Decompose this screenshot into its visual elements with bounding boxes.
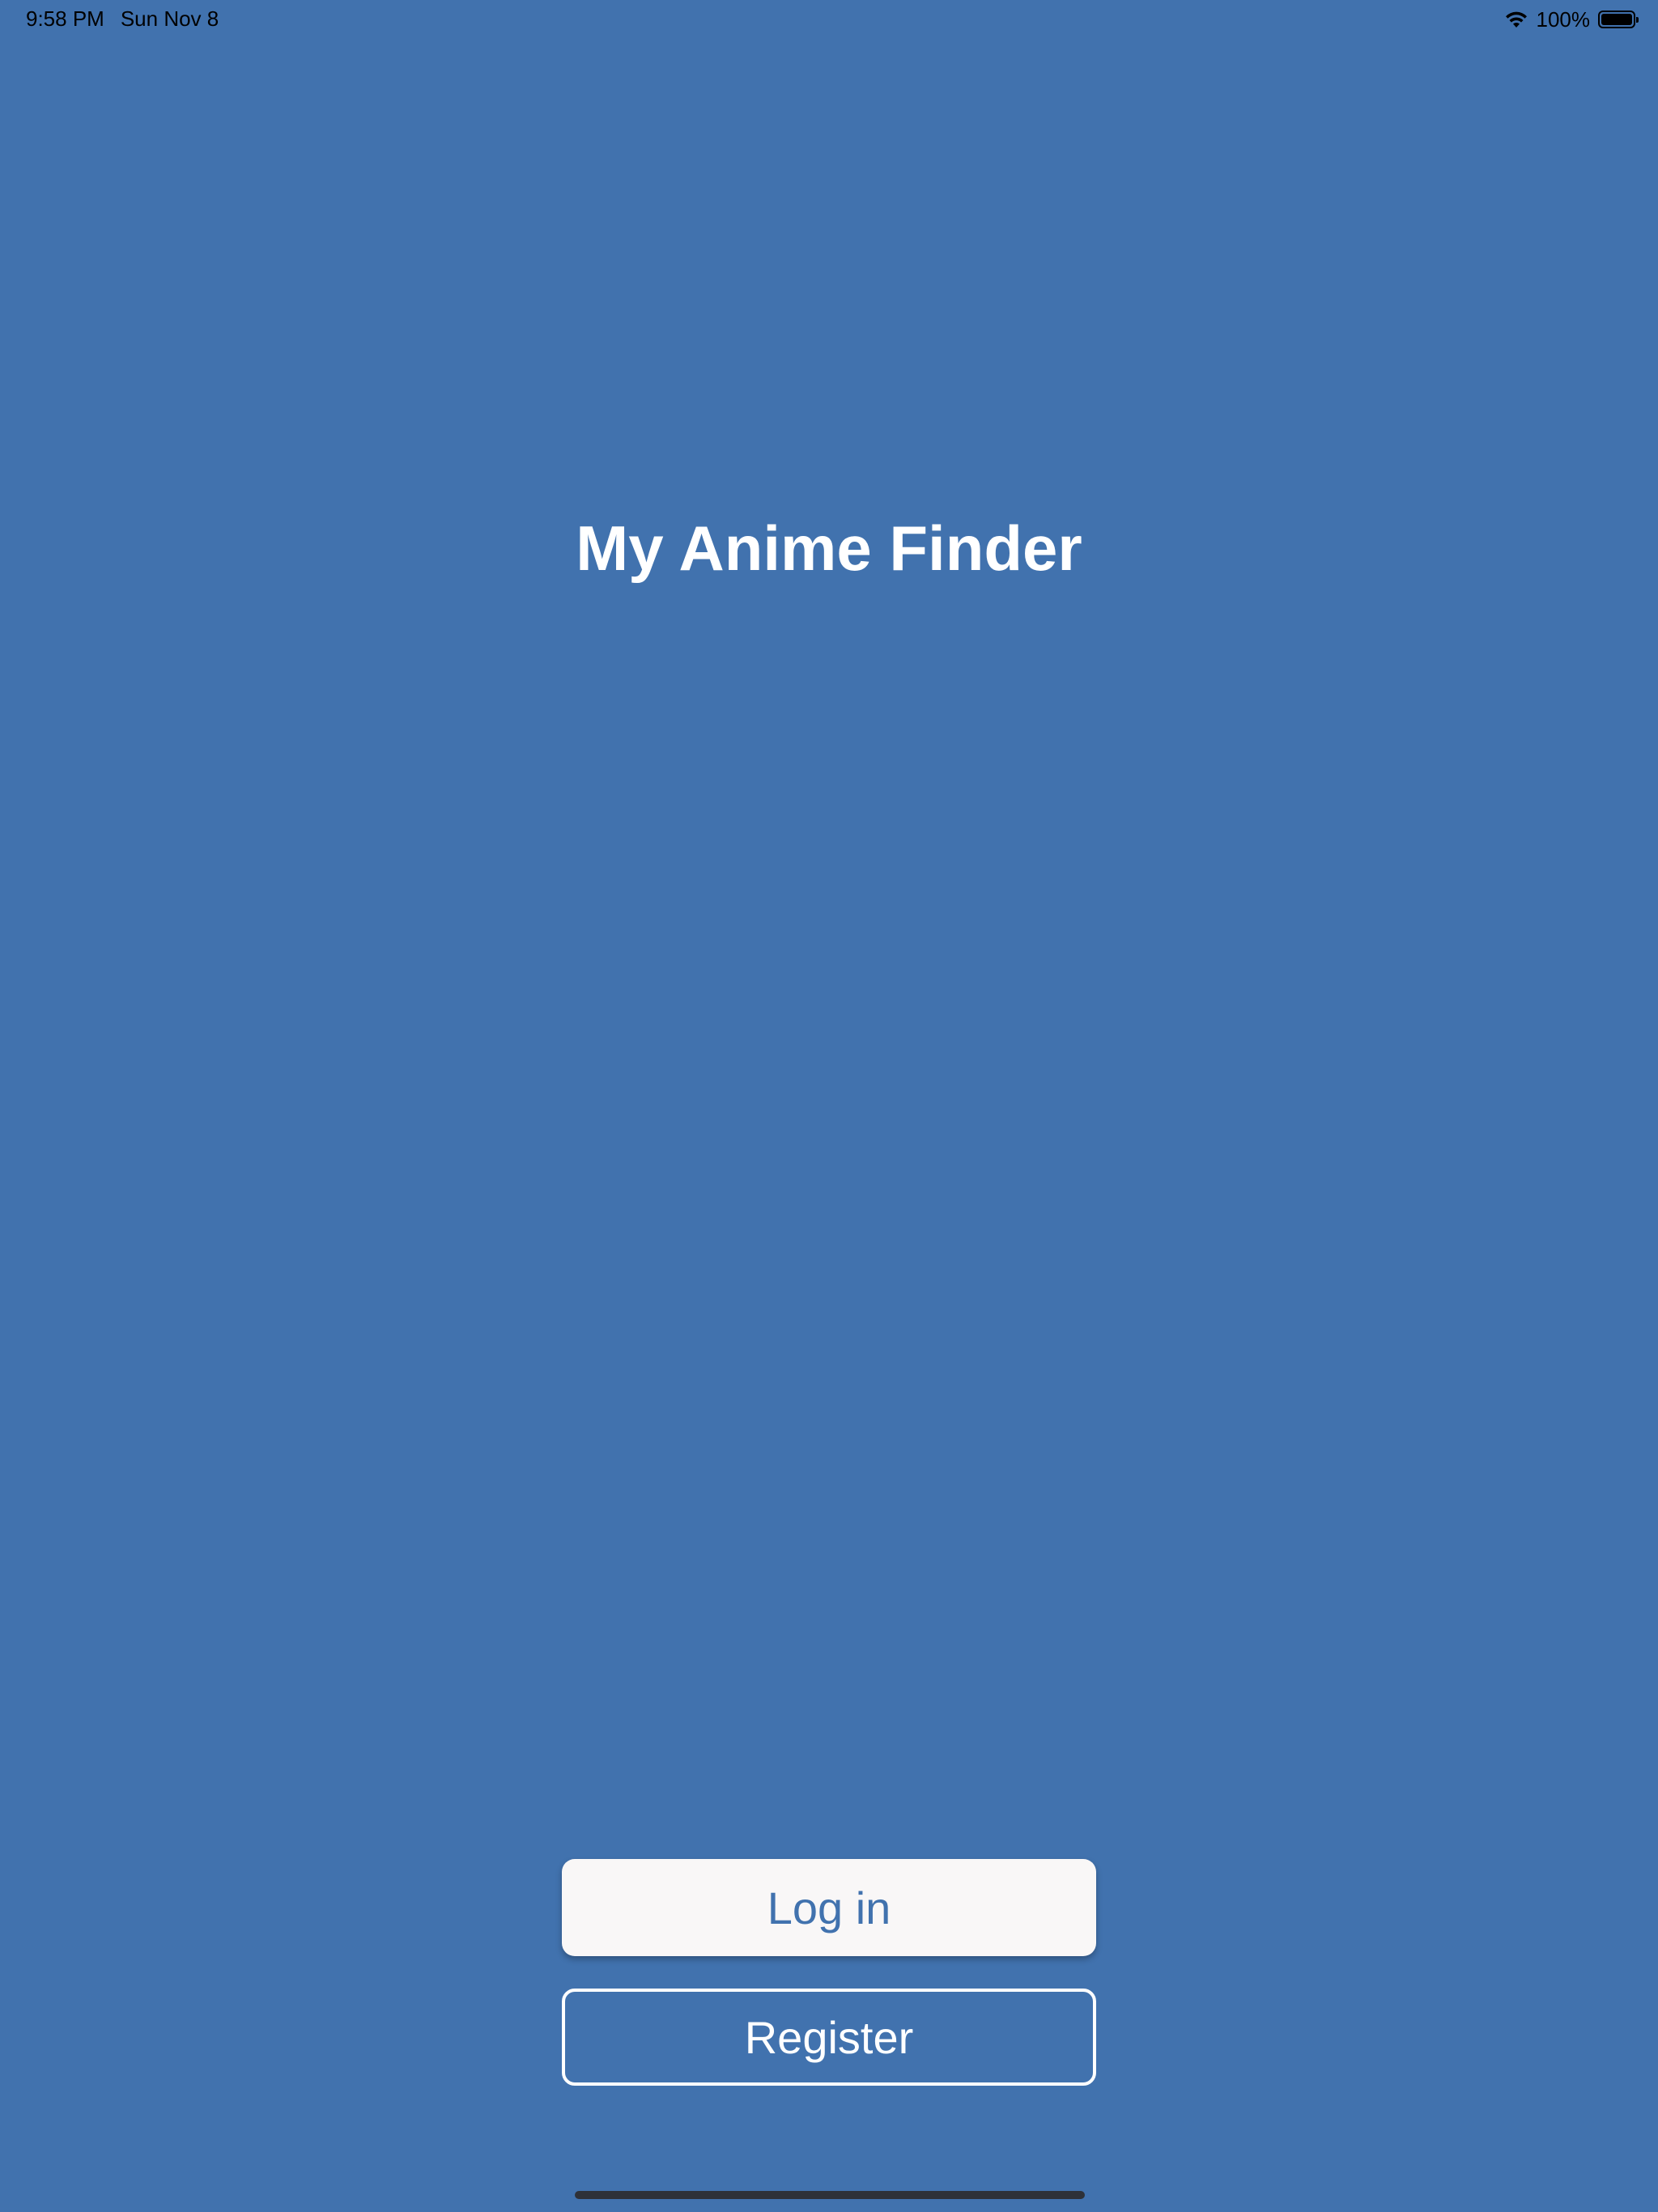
status-time: 9:58 PM	[26, 6, 104, 31]
battery-level	[1601, 14, 1632, 25]
battery-icon	[1598, 11, 1639, 28]
status-date: Sun Nov 8	[120, 6, 219, 31]
status-bar: 9:58 PM Sun Nov 8 100%	[0, 0, 1658, 39]
login-button[interactable]: Log in	[562, 1859, 1096, 1956]
register-button[interactable]: Register	[562, 1989, 1096, 2086]
home-indicator[interactable]	[575, 2191, 1085, 2199]
app-title: My Anime Finder	[576, 513, 1082, 584]
status-right: 100%	[1504, 6, 1639, 32]
battery-nub	[1636, 17, 1639, 23]
status-left: 9:58 PM Sun Nov 8	[26, 6, 219, 32]
battery-percent: 100%	[1536, 6, 1591, 32]
wifi-icon	[1504, 11, 1528, 28]
